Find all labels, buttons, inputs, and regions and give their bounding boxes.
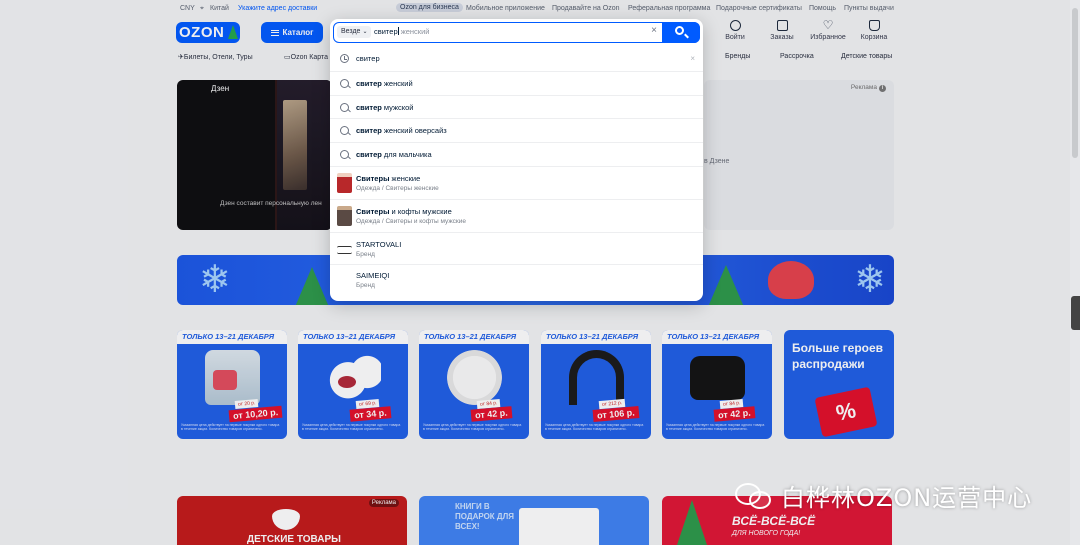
search-icon (340, 103, 349, 112)
search-autocomplete-hint: женский (398, 27, 430, 36)
category-match: Свитеры (356, 174, 390, 183)
search-input[interactable]: свитер женский (374, 27, 429, 36)
watermark-text: 白桦林OZON运营中心 (781, 483, 1033, 512)
page-scrollbar[interactable] (1070, 0, 1080, 545)
brand-logo (337, 246, 352, 254)
search-scope-label: Везде (341, 28, 361, 35)
womens-sweater-thumbnail (337, 173, 352, 193)
category-suggestion[interactable]: Свитеры женские Одежда / Свитеры женские (330, 166, 703, 199)
suggestion-item[interactable]: свитер женский оверсайз (330, 118, 703, 142)
category-rest: и кофты мужские (389, 207, 452, 216)
suggestion-rest: женский оверсайз (381, 126, 447, 135)
brand-name: STARTOVALI (356, 240, 402, 249)
search-icon (340, 79, 349, 88)
suggestion-text: свитер женский (356, 79, 413, 88)
brand-type-label: Бренд (356, 282, 375, 289)
suggestion-rest: женский (381, 79, 413, 88)
remove-history-icon[interactable]: × (690, 54, 695, 63)
brand-name: SAIMEIQI (356, 271, 390, 280)
history-icon (340, 54, 349, 63)
suggestion-rest: мужской (381, 103, 414, 112)
suggestion-match: свитер (356, 103, 382, 112)
category-match: Свитеры (356, 207, 390, 216)
suggestion-history[interactable]: свитер × (330, 47, 703, 71)
suggestion-match: свитер (356, 150, 382, 159)
suggestion-match: свитер (356, 79, 382, 88)
category-leaf: Свитеры женские (385, 185, 439, 192)
suggestion-item[interactable]: свитер женский (330, 71, 703, 95)
search-bar[interactable]: Везде ⌄ свитер женский × (333, 21, 700, 43)
brand-type-label: Бренд (356, 251, 375, 258)
suggestion-rest: свитер (356, 54, 380, 63)
clear-icon[interactable]: × (651, 25, 657, 36)
ozon-page: CNY ⌖ Китай Укажите адрес доставки Ozon … (0, 0, 1080, 545)
brand-suggestion[interactable]: SAIMEIQI Бренд (330, 264, 703, 297)
mens-sweater-thumbnail (337, 206, 352, 226)
wechat-watermark: 白桦林OZON运营中心 (735, 478, 1032, 512)
suggestion-rest: для мальчика (381, 150, 432, 159)
suggestion-text: свитер для мальчика (356, 150, 432, 159)
suggestion-text: свитер (356, 54, 380, 63)
chevron-down-icon: ⌄ (362, 29, 368, 35)
scrollbar-thumb[interactable] (1072, 8, 1078, 158)
suggestion-text: свитер женский оверсайз (356, 126, 447, 135)
category-rest: женские (389, 174, 421, 183)
category-parent: Одежда (356, 185, 381, 192)
suggestion-match: свитер (356, 126, 382, 135)
search-scope-select[interactable]: Везде ⌄ (337, 26, 372, 38)
category-title: Свитеры женские (356, 174, 420, 183)
search-button[interactable] (662, 21, 700, 43)
category-leaf: Свитеры и кофты мужские (385, 218, 467, 225)
category-suggestion[interactable]: Свитеры и кофты мужские Одежда / Свитеры… (330, 199, 703, 232)
suggestion-item[interactable]: свитер для мальчика (330, 142, 703, 166)
category-path: Одежда / Свитеры и кофты мужские (356, 218, 467, 225)
category-parent: Одежда (356, 218, 381, 225)
category-path: Одежда / Свитеры женские (356, 185, 439, 192)
suggestion-item[interactable]: свитер мужской (330, 95, 703, 118)
search-typed-text: свитер (374, 27, 398, 36)
category-title: Свитеры и кофты мужские (356, 207, 452, 216)
suggestion-text: свитер мужской (356, 103, 413, 112)
side-panel-toggle[interactable] (1071, 296, 1080, 330)
wechat-icon (735, 479, 773, 511)
brand-suggestion[interactable]: STARTOVALI Бренд (330, 232, 703, 264)
search-icon (340, 126, 349, 135)
search-icon (340, 150, 349, 159)
search-icon (675, 25, 684, 35)
